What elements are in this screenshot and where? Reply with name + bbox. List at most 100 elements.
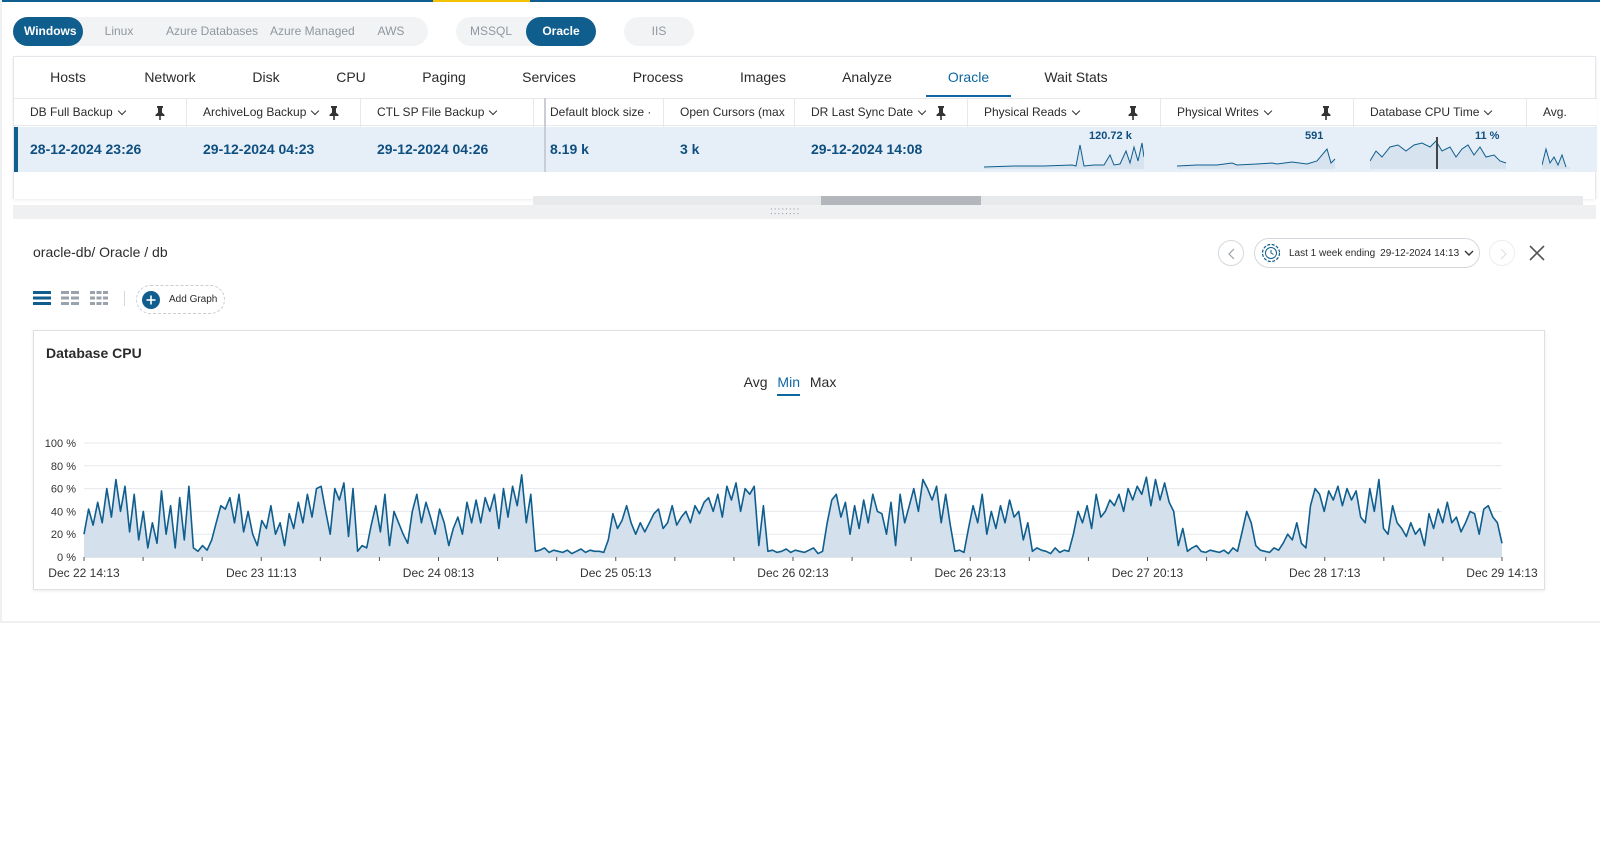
tab-paging[interactable]: Paging [388,57,500,97]
physical-reads-sparkline[interactable] [984,137,1144,169]
col-header-label: Avg. [1543,105,1567,119]
y-tick-label: 100 % [45,438,76,450]
platform-tab-azure-managed[interactable]: Azure Managed [259,17,361,46]
col-header-avg[interactable]: Avg. [1527,99,1597,127]
chevron-down-icon [311,106,320,116]
chevron-down-icon [117,106,126,116]
platform-tab-windows[interactable]: Windows [13,17,83,46]
tab-analyze[interactable]: Analyze [808,57,926,97]
layout-grid-3-icon[interactable] [90,291,108,305]
panel-bottom-border [0,621,1600,623]
y-tick-label: 80 % [51,461,76,473]
col-header-label: Database CPU Time [1370,105,1480,119]
next-period-button[interactable] [1489,240,1515,266]
top-accent-bar [433,0,530,2]
chevron-down-icon [1263,106,1273,116]
frozen-columns-divider [544,98,546,172]
tab-network[interactable]: Network [122,57,218,97]
y-tick-label: 60 % [51,484,76,496]
plus-icon [142,291,160,309]
stat-tabs: Avg Min Max [34,374,1546,396]
chevron-down-icon [489,106,498,116]
add-graph-label: Add Graph [169,294,218,305]
stat-tab-avg[interactable]: Avg [744,374,768,394]
chart-title: Database CPU [46,345,142,361]
table-row[interactable]: 28-12-2024 23:26 29-12-2024 04:23 29-12-… [14,127,1597,172]
layout-list-icon[interactable] [33,291,51,305]
tab-images[interactable]: Images [718,57,808,97]
chevron-down-icon [1464,250,1474,256]
web-tab-iis[interactable]: IIS [624,17,694,46]
grid-header: DB Full Backup ArchiveLog Backup CTL SP … [14,98,1597,127]
stat-tab-max[interactable]: Max [810,374,836,394]
x-tick-label: Dec 28 17:13 [1289,566,1361,580]
x-tick-label: Dec 29 14:13 [1466,566,1538,580]
y-tick-label: 0 % [57,552,76,564]
top-border [0,0,1600,2]
chevron-right-icon [1500,248,1507,260]
pin-icon[interactable] [328,99,340,127]
db-tabs: MSSQL Oracle [456,17,596,46]
x-tick-label: Dec 23 11:13 [226,566,297,580]
cell-dr-last-sync-date: 29-12-2024 14:08 [811,141,923,157]
col-header-label: CTL SP File Backup [377,105,485,119]
y-tick-label: 40 % [51,506,76,518]
main-tabs: Hosts Network Disk CPU Paging Services P… [14,57,1141,97]
col-header-open-cursors[interactable]: Open Cursors (max [664,99,795,127]
chevron-down-icon [917,106,927,116]
chevron-left-icon [1228,248,1235,260]
pin-icon[interactable] [154,99,166,127]
tab-disk[interactable]: Disk [218,57,314,97]
x-tick-label: Dec 26 02:13 [757,566,829,580]
database-cpu-chart-card: Database CPU Avg Min Max 0 % 20 % 40 % 60 %… [33,330,1545,590]
db-tab-oracle[interactable]: Oracle [526,17,596,46]
avg-sparkline[interactable] [1542,137,1597,169]
time-range-selector[interactable]: Last 1 week ending 29-12-2024 14:13 [1254,238,1480,268]
layout-grid-2-icon[interactable] [61,291,79,305]
platform-tabs: Windows Linux Azure Databases Azure Mana… [13,17,428,46]
grid-horizontal-scrollbar[interactable] [533,196,1583,205]
time-range-label: Last 1 week ending [1289,247,1376,259]
tab-services[interactable]: Services [500,57,598,97]
close-icon[interactable] [1527,243,1547,263]
add-graph-button[interactable]: Add Graph [136,285,225,314]
database-cpu-time-sparkline[interactable] [1370,137,1510,169]
breadcrumb: oracle-db/ Oracle / db [33,244,168,260]
platform-tab-azure-databases[interactable]: Azure Databases [155,17,259,46]
clock-icon [1261,243,1281,263]
platform-tab-aws[interactable]: AWS [361,17,421,46]
cell-archivelog-backup: 29-12-2024 04:23 [203,141,315,157]
prev-period-button[interactable] [1218,240,1244,266]
pin-icon[interactable] [1320,99,1332,127]
pin-icon[interactable] [1127,99,1139,127]
x-tick-label: Dec 27 20:13 [1112,566,1184,580]
scrollbar-thumb[interactable] [821,196,981,205]
col-header-ctl-sp-file-backup[interactable]: CTL SP File Backup [361,99,534,127]
x-tick-label: Dec 24 08:13 [403,566,475,580]
x-tick-label: Dec 26 23:13 [935,566,1007,580]
col-header-label: Open Cursors (max [680,105,785,119]
tab-hosts[interactable]: Hosts [14,57,122,97]
y-tick-label: 20 % [51,529,76,541]
col-header-label: DB Full Backup [30,105,113,119]
physical-writes-sparkline[interactable] [1177,137,1337,169]
cell-default-block-size: 8.19 k [550,141,589,157]
tab-cpu[interactable]: CPU [314,57,388,97]
cell-ctl-sp-file-backup: 29-12-2024 04:26 [377,141,489,157]
tab-process[interactable]: Process [598,57,718,97]
time-range-end: 29-12-2024 14:13 [1380,247,1460,259]
col-header-label: Default block size [550,105,645,119]
metrics-tab-card: Hosts Network Disk CPU Paging Services P… [13,56,1597,199]
database-cpu-chart[interactable]: 0 % 20 % 40 % 60 % 80 % 100 % Dec 22 14:13 Dec … [34,431,1544,586]
col-header-database-cpu-time[interactable]: Database CPU Time [1354,99,1527,127]
stat-tab-min[interactable]: Min [777,374,800,396]
tab-wait-stats[interactable]: Wait Stats [1011,57,1141,97]
pin-icon[interactable] [935,99,947,127]
db-tab-mssql[interactable]: MSSQL [456,17,526,46]
tab-oracle[interactable]: Oracle [926,57,1011,97]
platform-tab-linux[interactable]: Linux [83,17,155,46]
x-tick-label: Dec 25 05:13 [580,566,652,580]
cell-db-full-backup: 28-12-2024 23:26 [30,141,142,157]
drag-handle-icon[interactable]: :::::::: [770,208,808,216]
col-header-default-block-size[interactable]: Default block size · [534,99,664,127]
